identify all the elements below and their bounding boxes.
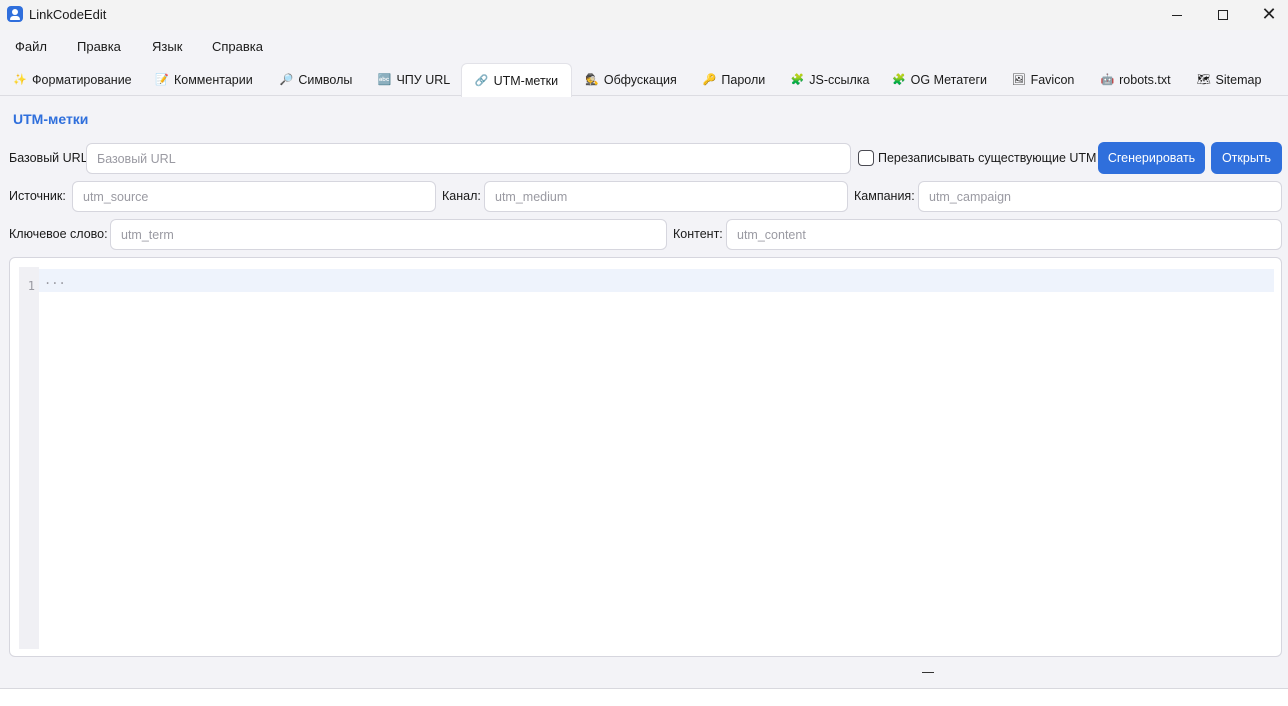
tab-bar: ✨ Форматирование 📝 Комментарии 🔎 Символы 🔤 Ч… — [0, 63, 1288, 97]
tab-label: Пароли — [721, 72, 766, 87]
key-icon: 🔑 — [702, 73, 717, 86]
utm-term-input[interactable] — [110, 219, 667, 250]
tab-label: Комментарии — [173, 72, 253, 87]
utm-content-input[interactable] — [726, 219, 1282, 250]
tab-label: robots.txt — [1119, 72, 1171, 87]
tab-js-link[interactable]: 🧩 JS-ссылка — [782, 63, 878, 96]
generate-button[interactable]: Сгенерировать — [1098, 142, 1205, 174]
active-line-highlight — [39, 269, 1274, 292]
base-url-label: Базовый URL — [9, 151, 88, 165]
tab-label: Обфускация — [603, 72, 677, 87]
utm-medium-input[interactable] — [484, 181, 848, 212]
utm-campaign-input[interactable] — [918, 181, 1282, 212]
tab-label: JS-ссылка — [809, 72, 870, 87]
campaign-label: Кампания: — [854, 189, 915, 203]
menu-help[interactable]: Справка — [212, 39, 263, 54]
tab-passwords[interactable]: 🔑 Пароли — [690, 63, 778, 96]
base-url-input[interactable] — [86, 143, 851, 174]
open-button[interactable]: Открыть — [1211, 142, 1282, 174]
tab-og-meta[interactable]: 🧩 OG Метатеги — [882, 63, 997, 96]
minimize-button[interactable] — [1154, 0, 1200, 30]
tab-formatting[interactable]: ✨ Форматирование — [4, 63, 141, 96]
code-editor[interactable]: 1 ... — [9, 257, 1282, 657]
tab-favicon[interactable]: 🖼 Favicon — [1001, 63, 1085, 96]
tab-label: UTM-метки — [493, 73, 559, 88]
tab-obfuscation[interactable]: 🕵 Обфускация — [576, 63, 686, 96]
medium-label: Канал: — [442, 189, 481, 203]
magnifier-icon: 🔎 — [279, 73, 294, 86]
link-icon: 🔗 — [474, 74, 489, 87]
robot-icon: 🤖 — [1100, 73, 1115, 86]
tab-label: OG Метатеги — [910, 72, 988, 87]
menu-edit[interactable]: Правка — [77, 39, 121, 54]
abc-icon: 🔤 — [377, 73, 392, 86]
maximize-button[interactable] — [1200, 0, 1246, 30]
tab-label: Sitemap — [1215, 72, 1262, 87]
source-label: Источник: — [9, 189, 66, 203]
maximize-icon — [1218, 10, 1228, 20]
tab-label: ЧПУ URL — [396, 72, 451, 87]
tab-robots[interactable]: 🤖 robots.txt — [1089, 63, 1182, 96]
memo-icon: 📝 — [155, 73, 169, 86]
tab-utm[interactable]: 🔗 UTM-метки — [461, 63, 572, 97]
puzzle-icon: 🧩 — [790, 73, 805, 86]
close-icon: ✕ — [1261, 4, 1277, 25]
window-title: LinkCodeEdit — [29, 7, 107, 22]
menu-language[interactable]: Язык — [152, 39, 182, 54]
editor-placeholder: ... — [44, 273, 66, 287]
menu-file[interactable]: Файл — [15, 39, 47, 54]
detective-icon: 🕵 — [585, 73, 599, 86]
overwrite-utm-checkbox[interactable] — [858, 150, 874, 166]
menu-bar: Файл Правка Язык Справка — [0, 32, 1288, 60]
utm-source-input[interactable] — [72, 181, 436, 212]
sparkles-icon: ✨ — [13, 73, 28, 86]
tab-label: Форматирование — [32, 72, 132, 87]
tab-comments[interactable]: 📝 Комментарии — [145, 63, 263, 96]
line-number-gutter: 1 — [19, 267, 39, 649]
close-button[interactable]: ✕ — [1246, 0, 1288, 30]
tab-sitemap[interactable]: 🗺 Sitemap — [1186, 63, 1272, 96]
app-logo-icon — [7, 6, 23, 22]
picture-icon: 🖼 — [1011, 73, 1026, 86]
line-number: 1 — [27, 279, 35, 293]
minimize-icon — [1172, 14, 1182, 16]
tab-symbols[interactable]: 🔎 Символы — [267, 63, 365, 96]
term-label: Ключевое слово: — [9, 227, 108, 241]
app-window: LinkCodeEdit ✕ Файл Правка Язык Справка … — [0, 0, 1288, 689]
title-bar: LinkCodeEdit ✕ — [0, 0, 1288, 30]
content-label: Контент: — [673, 227, 723, 241]
tab-label: Favicon — [1030, 72, 1075, 87]
map-icon: 🗺 — [1196, 73, 1211, 86]
splitter-handle[interactable] — [922, 672, 934, 673]
tab-seo-url[interactable]: 🔤 ЧПУ URL — [369, 63, 459, 96]
section-title: UTM-метки — [13, 111, 89, 127]
puzzle-icon: 🧩 — [891, 73, 906, 86]
tab-label: Символы — [298, 72, 353, 87]
overwrite-utm-label: Перезаписывать существующие UTM — [878, 151, 1097, 165]
